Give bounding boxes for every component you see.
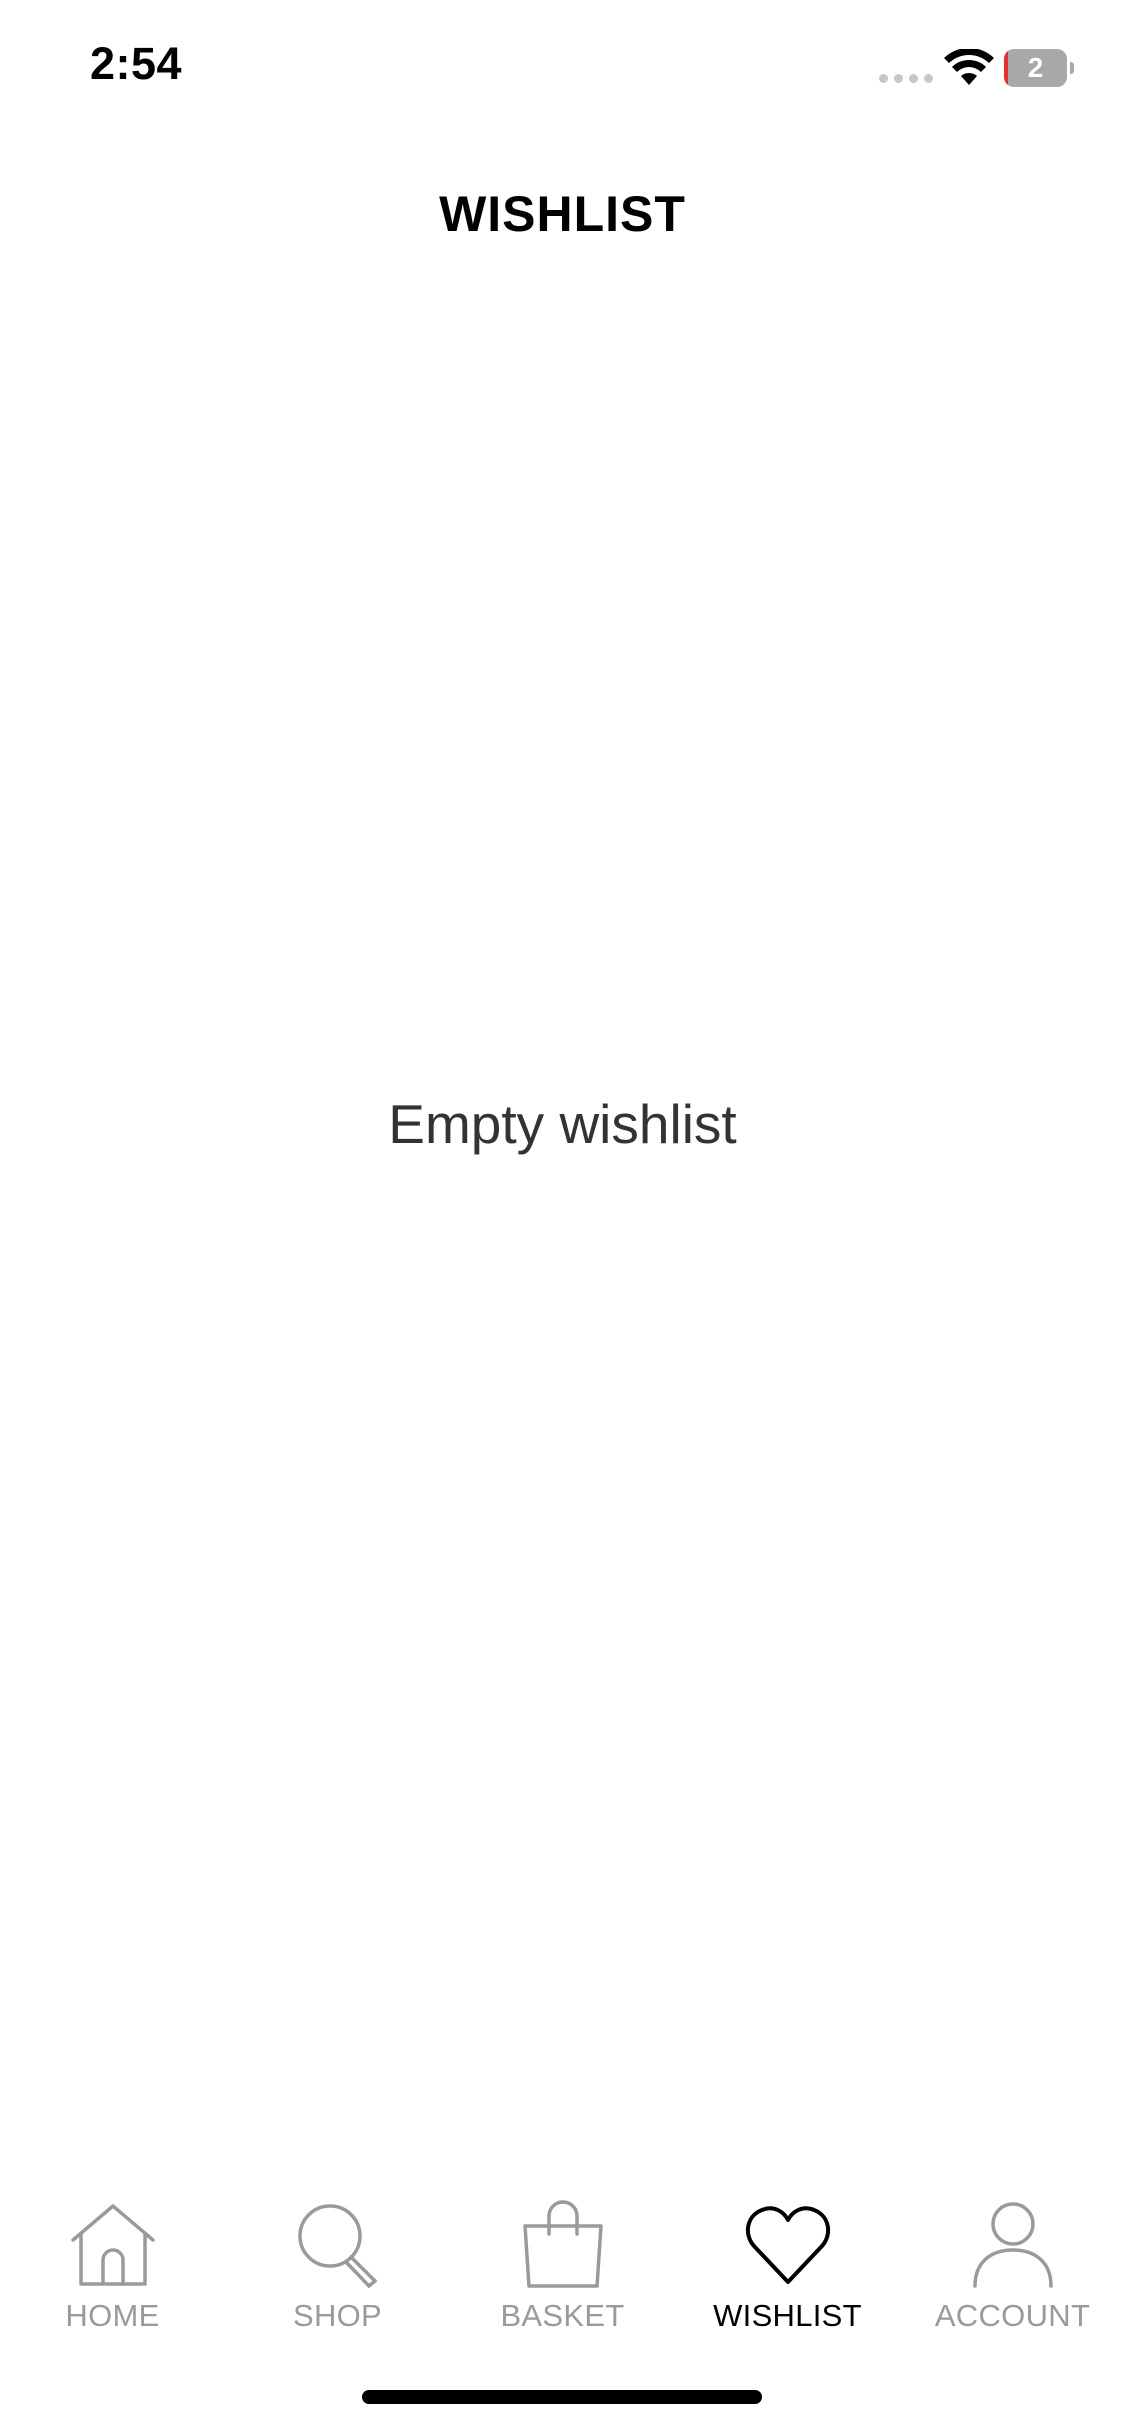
tab-wishlist[interactable]: WISHLIST bbox=[675, 2180, 900, 2340]
status-bar: 2:54 2 bbox=[0, 0, 1125, 132]
status-time: 2:54 bbox=[90, 38, 183, 89]
shopping-bag-icon bbox=[523, 2200, 603, 2288]
wifi-icon bbox=[944, 49, 994, 85]
tab-account-label: ACCOUNT bbox=[934, 2298, 1091, 2333]
page-title: WISHLIST bbox=[439, 186, 686, 242]
cellular-signal-icon bbox=[879, 74, 933, 83]
home-icon bbox=[71, 2204, 155, 2286]
home-indicator[interactable] bbox=[362, 2390, 762, 2404]
tab-basket[interactable]: BASKET bbox=[450, 2180, 675, 2340]
tab-home[interactable]: HOME bbox=[0, 2180, 225, 2340]
tab-account[interactable]: ACCOUNT bbox=[900, 2180, 1125, 2340]
battery-percentage: 2 bbox=[1027, 52, 1044, 83]
tab-wishlist-label: WISHLIST bbox=[713, 2298, 862, 2333]
bottom-tab-bar: HOME SHOP BASKET WISHLIST ACCOUNT bbox=[0, 2180, 1125, 2340]
tab-home-label: HOME bbox=[65, 2298, 160, 2333]
heart-icon bbox=[745, 2206, 831, 2284]
user-icon bbox=[973, 2202, 1053, 2288]
search-icon bbox=[298, 2204, 378, 2288]
empty-wishlist-message: Empty wishlist bbox=[388, 1093, 737, 1155]
battery-icon: 2 bbox=[1004, 49, 1074, 87]
tab-shop[interactable]: SHOP bbox=[225, 2180, 450, 2340]
tab-basket-label: BASKET bbox=[500, 2298, 625, 2333]
tab-shop-label: SHOP bbox=[292, 2298, 383, 2333]
